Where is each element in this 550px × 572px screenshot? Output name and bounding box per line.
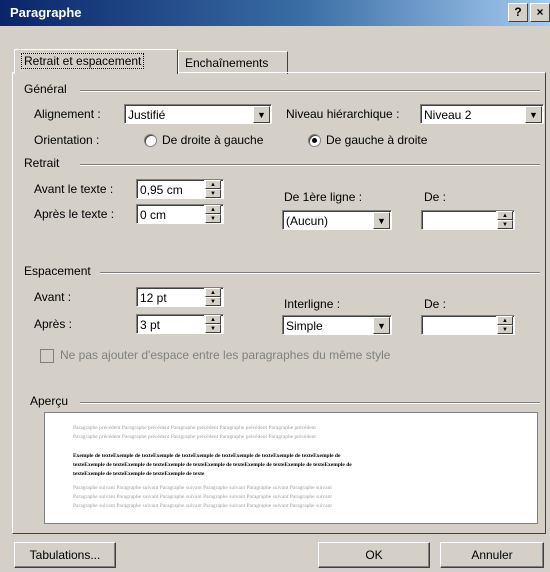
divider	[80, 164, 540, 166]
ltr-radio[interactable]	[308, 134, 321, 147]
arrow-down-icon[interactable]: ▼	[205, 324, 221, 333]
first-line-label: De 1ère ligne :	[284, 190, 363, 204]
spacing-at-label: De :	[424, 297, 447, 311]
spacing-at-spinner[interactable]: ▲ ▼	[496, 316, 513, 334]
arrow-down-icon[interactable]: ▼	[497, 220, 513, 229]
window-title: Paragraphe	[10, 5, 82, 20]
alignment-select[interactable]: Justifié	[124, 104, 272, 124]
preview-previous-text: Paragraphe précédent Paragraphe précéden…	[73, 434, 316, 440]
spacing-before-value: 12 pt	[140, 291, 167, 305]
arrow-up-icon[interactable]: ▲	[205, 288, 221, 297]
rtl-label[interactable]: De droite à gauche	[162, 133, 263, 147]
preview-group-label: Aperçu	[30, 394, 69, 408]
indent-after-label: Après le texte :	[34, 207, 115, 221]
preview-next-text: Paragraphe suivant Paragraphe suivant Pa…	[73, 503, 332, 509]
spacing-after-spinner[interactable]: ▲ ▼	[204, 315, 221, 333]
arrow-up-icon[interactable]: ▲	[497, 316, 513, 325]
indent-after-spinner[interactable]: ▲ ▼	[204, 205, 221, 223]
alignment-label: Alignement :	[34, 107, 101, 121]
close-button[interactable]: ×	[530, 3, 550, 22]
chevron-down-icon[interactable]: ▼	[525, 106, 542, 123]
preview-previous-text: Paragraphe précédent Paragraphe précéden…	[73, 425, 316, 431]
chevron-down-icon[interactable]: ▼	[253, 106, 270, 123]
spacing-after-label: Après :	[34, 317, 73, 331]
chevron-down-icon[interactable]: ▼	[373, 317, 390, 334]
tab-line-page-breaks[interactable]: Enchaînements	[178, 51, 288, 74]
preview-next-text: Paragraphe suivant Paragraphe suivant Pa…	[73, 494, 332, 500]
arrow-up-icon[interactable]: ▲	[205, 315, 221, 324]
ok-button[interactable]: OK	[318, 542, 430, 568]
spacing-before-label: Avant :	[34, 290, 72, 304]
arrow-up-icon[interactable]: ▲	[205, 205, 221, 214]
level-value: Niveau 2	[424, 108, 472, 122]
divider	[100, 272, 540, 274]
general-group-label: Général	[24, 82, 67, 96]
ltr-label[interactable]: De gauche à droite	[326, 133, 427, 147]
line-spacing-value: Simple	[286, 319, 323, 333]
preview-sample-text: texteExemple de texteExemple de texteExe…	[73, 462, 352, 468]
arrow-down-icon[interactable]: ▼	[205, 214, 221, 223]
cancel-button[interactable]: Annuler	[440, 542, 544, 568]
divider	[80, 90, 540, 92]
rtl-radio[interactable]	[144, 134, 157, 147]
no-space-label[interactable]: Ne pas ajouter d'espace entre les paragr…	[60, 348, 390, 362]
tab-label: Enchaînements	[185, 56, 269, 70]
tab-label: Retrait et espacement	[21, 53, 145, 69]
arrow-up-icon[interactable]: ▲	[497, 211, 513, 220]
divider	[80, 402, 540, 404]
title-bar	[0, 0, 550, 26]
indent-before-label: Avant le texte :	[34, 182, 114, 196]
no-space-checkbox[interactable]	[40, 349, 54, 363]
tab-indent-spacing[interactable]: Retrait et espacement	[14, 49, 178, 74]
level-label: Niveau hiérarchique :	[286, 107, 400, 121]
arrow-up-icon[interactable]: ▲	[205, 180, 221, 189]
line-spacing-label: Interligne :	[284, 297, 341, 311]
first-line-value: (Aucun)	[286, 214, 329, 228]
arrow-down-icon[interactable]: ▼	[497, 325, 513, 334]
indent-before-value: 0,95 cm	[140, 183, 183, 197]
spacing-after-value: 3 pt	[140, 318, 161, 332]
spacing-group-label: Espacement	[24, 264, 91, 278]
indent-group-label: Retrait	[24, 156, 60, 170]
arrow-down-icon[interactable]: ▼	[205, 297, 221, 306]
spacing-before-spinner[interactable]: ▲ ▼	[204, 288, 221, 306]
preview-sample-text: Exemple de texteExemple de texteExemple …	[73, 453, 341, 459]
alignment-value: Justifié	[128, 108, 166, 122]
indent-by-spinner[interactable]: ▲ ▼	[496, 211, 513, 229]
preview-sample-text: texteExemple de texteExemple de texteExe…	[73, 471, 205, 477]
indent-before-spinner[interactable]: ▲ ▼	[204, 180, 221, 198]
tabulations-button[interactable]: Tabulations...	[14, 542, 116, 568]
preview-box: Paragraphe précédent Paragraphe précéden…	[44, 412, 538, 524]
help-button[interactable]: ?	[508, 3, 528, 22]
chevron-down-icon[interactable]: ▼	[373, 212, 390, 229]
indent-after-value: 0 cm	[140, 208, 167, 222]
indent-by-label: De :	[424, 190, 447, 204]
arrow-down-icon[interactable]: ▼	[205, 189, 221, 198]
orientation-label: Orientation :	[34, 133, 100, 147]
preview-next-text: Paragraphe suivant Paragraphe suivant Pa…	[73, 485, 332, 491]
